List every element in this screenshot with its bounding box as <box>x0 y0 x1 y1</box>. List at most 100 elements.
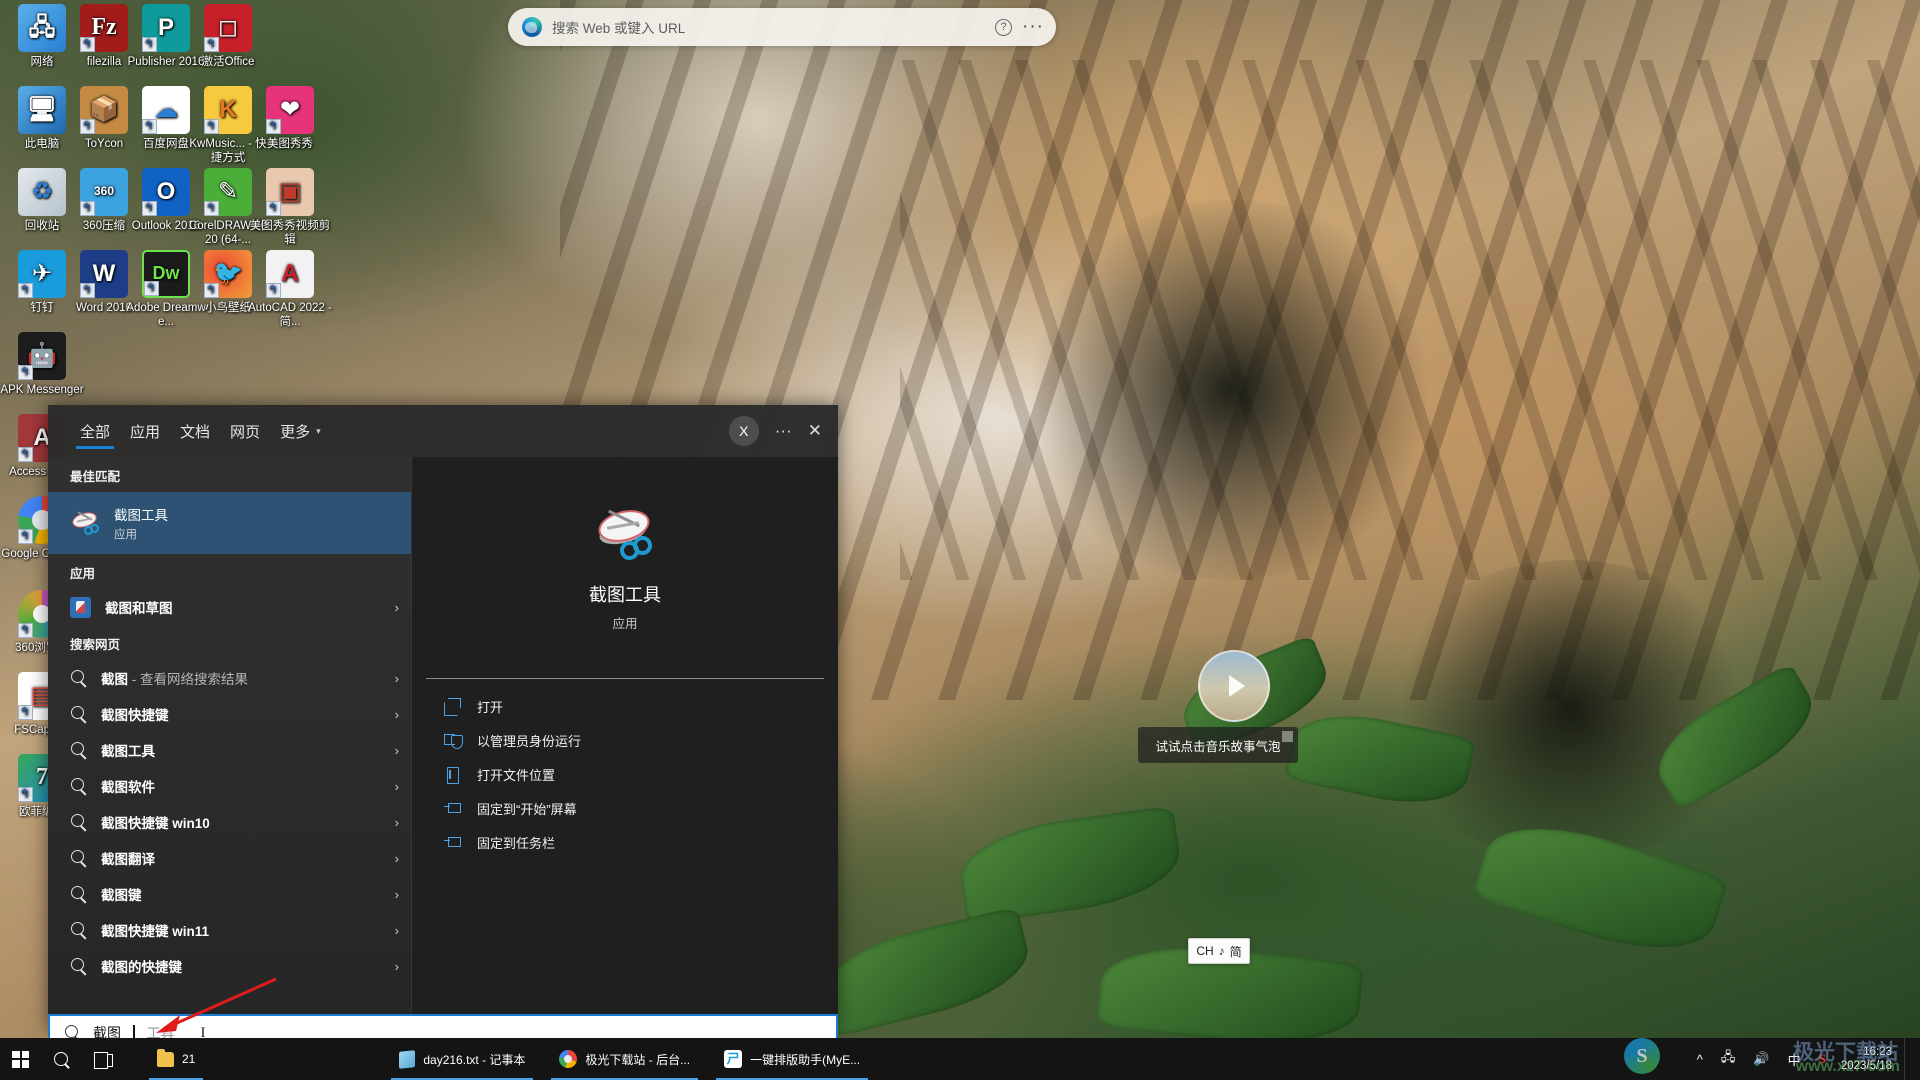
result-item-web-0[interactable]: 截图 - 查看网络搜索结果 › <box>48 660 411 696</box>
taskbar-search-button[interactable] <box>41 1038 82 1080</box>
shield-admin-icon <box>444 732 463 749</box>
action-pin-to-start[interactable]: 固定到“开始”屏幕 <box>412 795 838 821</box>
action-run-as-admin[interactable]: 以管理员身份运行 <box>412 727 838 753</box>
ime-mode-label: 简 <box>1229 944 1242 959</box>
music-story-bubble[interactable] <box>1198 650 1270 722</box>
result-best-match[interactable]: 截图工具 应用 <box>48 492 411 554</box>
edge-search-placeholder[interactable]: 搜索 Web 或键入 URL <box>552 17 985 37</box>
chevron-right-icon[interactable]: › <box>395 743 399 758</box>
result-item-web-4[interactable]: 截图快捷键 win10 › <box>48 804 411 840</box>
network-icon[interactable]: 🖧 <box>1712 1038 1745 1080</box>
task-view-button[interactable] <box>82 1038 125 1080</box>
annotation-arrow <box>156 977 277 1033</box>
ime-icon[interactable]: 中 <box>1779 1038 1810 1080</box>
taskbar-clock[interactable]: 16:23 2023/5/18 <box>1835 1045 1904 1073</box>
tab-label: 文档 <box>180 423 211 441</box>
action-label: 以管理员身份运行 <box>477 733 582 749</box>
task-view-icon <box>94 1051 113 1069</box>
search-icon <box>70 741 87 759</box>
chevron-right-icon[interactable]: › <box>395 959 399 974</box>
result-item-web-7[interactable]: 截图快捷键 win11 › <box>48 912 411 948</box>
outlook-icon: O <box>142 168 190 216</box>
coreldraw-icon: ✎ <box>204 168 252 216</box>
search-icon <box>70 921 87 939</box>
dingtalk-icon: ✈ <box>18 250 66 298</box>
ime-status-indicator[interactable]: CH ♪ 简 <box>1188 938 1250 964</box>
start-button[interactable] <box>0 1038 41 1080</box>
music-note-icon: ♪ <box>1218 944 1225 958</box>
action-label: 固定到“开始”屏幕 <box>477 801 577 817</box>
tab-documents[interactable]: 文档 <box>170 405 220 457</box>
wallpaper-shadow <box>1020 200 1440 580</box>
tab-label: 更多 <box>280 423 311 441</box>
action-open-file-location[interactable]: 打开文件位置 <box>412 761 838 787</box>
tab-apps[interactable]: 应用 <box>120 405 170 457</box>
desktop-icon-apk-messenger[interactable]: 🤖 APK Messenger <box>0 332 84 398</box>
chevron-right-icon[interactable]: › <box>395 851 399 866</box>
close-button[interactable]: ✕ <box>808 421 822 441</box>
chevron-right-icon[interactable]: › <box>395 600 399 615</box>
action-label: 打开 <box>477 699 504 715</box>
show-desktop-button[interactable] <box>1904 1038 1914 1080</box>
app-preview-header: 截图工具 应用 <box>426 457 824 679</box>
result-item-web-1[interactable]: 截图快捷键 › <box>48 696 411 732</box>
taskbar-item-folder[interactable]: 21 <box>145 1038 207 1080</box>
desktop-icon-meitu[interactable]: ❤ 美图秀秀 <box>248 86 332 152</box>
taskbar-item-typesetting[interactable]: ㄕ 一键排版助手(MyE... <box>712 1038 872 1080</box>
music-tooltip-text: 试试点击音乐故事气泡 <box>1155 739 1281 754</box>
edge-search-bar[interactable]: 搜索 Web 或键入 URL ? ··· <box>508 8 1056 46</box>
taskbar-item-label: day216.txt - 记事本 <box>423 1052 526 1067</box>
more-options-button[interactable]: ··· <box>775 421 792 441</box>
desktop-icon-meitu-video[interactable]: ▣ 美图秀秀视频剪辑 <box>248 168 332 247</box>
chevron-right-icon[interactable]: › <box>395 707 399 722</box>
result-item-web-3[interactable]: 截图软件 › <box>48 768 411 804</box>
ime-lang-label: CH <box>1196 944 1214 958</box>
taskbar-item-notepad[interactable]: day216.txt - 记事本 <box>387 1038 537 1080</box>
section-title-search-web: 搜索网页 <box>70 638 121 652</box>
desktop-icon-label: 美图秀秀视频剪辑 <box>249 220 331 246</box>
result-title: 截图和草图 <box>105 601 173 616</box>
play-icon <box>1228 675 1245 697</box>
desktop-icon-activate-office[interactable]: ◻ 激活Office <box>186 4 270 70</box>
action-open[interactable]: 打开 <box>412 693 838 719</box>
search-results-list[interactable]: 最佳匹配 截图工具 应用 应用 截图和草图 › 搜索网页 截图 - 查看网络搜索… <box>48 457 411 1030</box>
chevron-right-icon[interactable]: › <box>395 887 399 902</box>
account-badge[interactable]: X <box>728 416 759 446</box>
chevron-right-icon[interactable]: › <box>395 815 399 830</box>
desktop-icon-label: 美图秀秀 <box>267 138 313 150</box>
result-item-web-2[interactable]: 截图工具 › <box>48 732 411 768</box>
autocad-icon: A <box>266 250 314 298</box>
close-icon[interactable] <box>1282 731 1293 742</box>
wallpaper-leaf <box>812 905 1038 1039</box>
chevron-down-icon: ▾ <box>316 425 321 436</box>
notepad-icon <box>399 1049 416 1069</box>
result-item-snip-and-sketch[interactable]: 截图和草图 › <box>48 589 411 625</box>
tab-all[interactable]: 全部 <box>70 405 120 457</box>
bird-wallpaper-icon: 🐦 <box>204 250 252 298</box>
open-icon <box>444 697 461 716</box>
toycon-icon: 📦 <box>80 86 128 134</box>
chevron-up-icon[interactable]: ^ <box>1688 1038 1712 1080</box>
taskbar-item-browser[interactable]: 极光下载站 - 后台... <box>547 1038 702 1080</box>
windows-search-panel: 全部 应用 文档 网页 更多 ▾ X ··· ✕ 最佳匹配 截图工具 应用 应用… <box>48 405 838 1030</box>
result-title: 截图快捷键 <box>101 708 169 723</box>
result-suffix: - 查看网络搜索结果 <box>128 672 248 687</box>
chevron-right-icon[interactable]: › <box>395 671 399 686</box>
typesetting-icon: ㄕ <box>724 1050 743 1068</box>
ellipsis-icon[interactable]: ··· <box>1022 17 1044 36</box>
action-pin-to-taskbar[interactable]: 固定到任务栏 <box>412 829 838 855</box>
chevron-right-icon[interactable]: › <box>395 779 399 794</box>
sogou-icon[interactable]: S <box>1810 1038 1835 1080</box>
result-title: 截图快捷键 win10 <box>101 816 210 831</box>
desktop-icon-label: APK Messenger <box>0 384 84 396</box>
chevron-right-icon[interactable]: › <box>395 923 399 938</box>
tab-more[interactable]: 更多 ▾ <box>270 405 331 457</box>
result-item-web-6[interactable]: 截图键 › <box>48 876 411 912</box>
tab-web[interactable]: 网页 <box>220 405 270 457</box>
network-icon: 🖧 <box>18 4 66 52</box>
volume-icon[interactable]: 🔊 <box>1744 1038 1778 1080</box>
edge-logo-icon <box>522 17 542 37</box>
question-circle-icon[interactable]: ? <box>995 18 1013 36</box>
desktop-icon-autocad[interactable]: A AutoCAD 2022 - 简... <box>248 250 332 329</box>
result-item-web-5[interactable]: 截图翻译 › <box>48 840 411 876</box>
